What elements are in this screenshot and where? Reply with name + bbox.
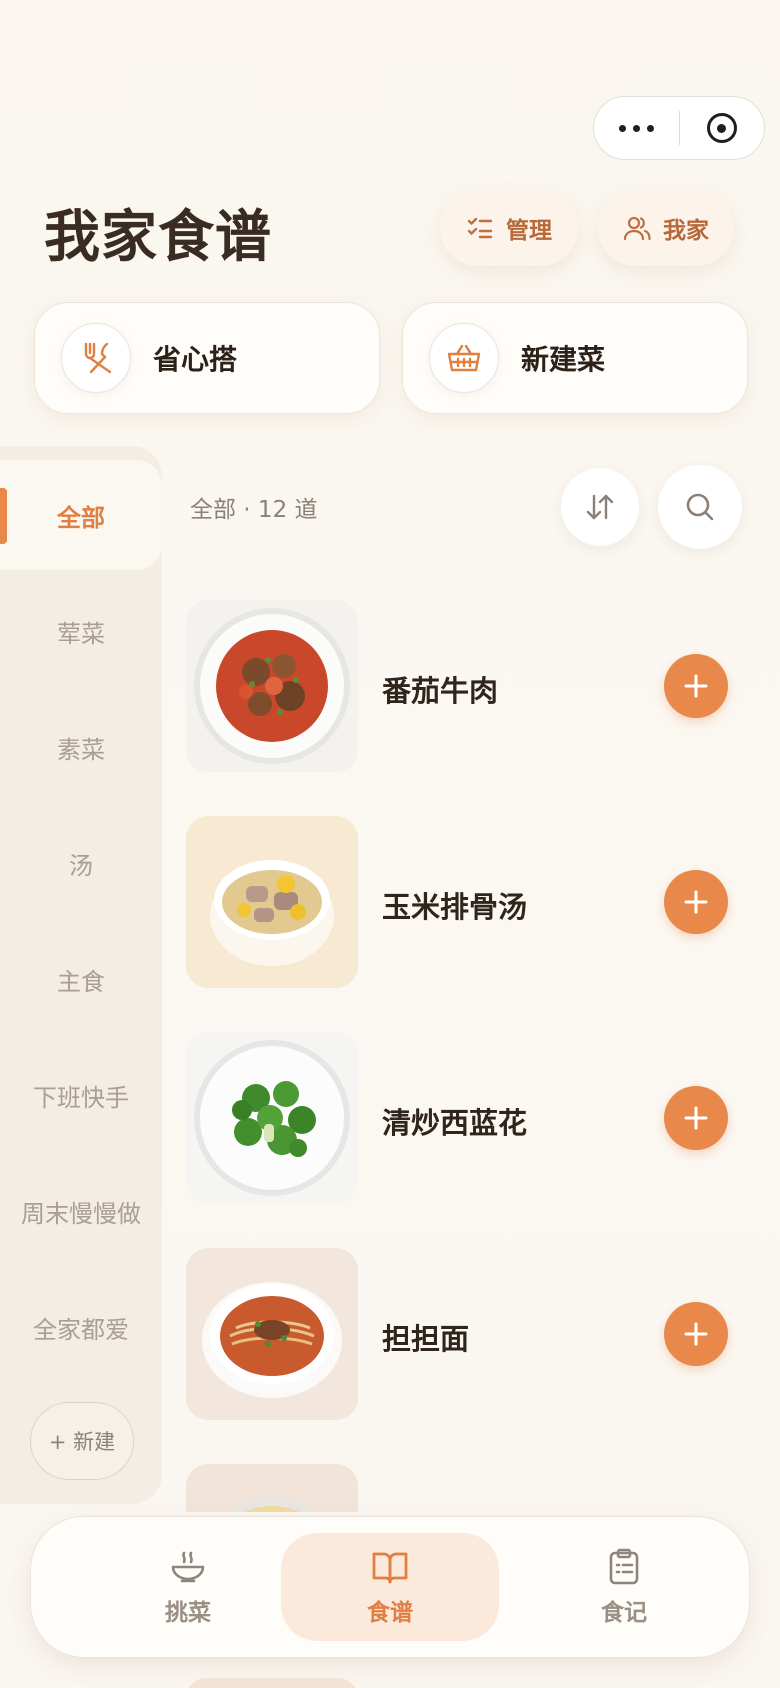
corn-rib-soup-photo (186, 816, 358, 988)
dish-name: 番茄牛肉 (382, 674, 499, 708)
list-item[interactable]: 清炒西蓝花 (186, 1032, 746, 1204)
quick-match-label: 省心搭 (153, 343, 238, 376)
sidebar-item-family[interactable]: 全家都爱 (0, 1272, 162, 1382)
checklist-icon (467, 217, 493, 239)
sidebar-item-weekend[interactable]: 周末慢慢做 (0, 1156, 162, 1266)
manage-button[interactable]: 管理 (440, 190, 578, 266)
new-category-button[interactable]: + 新建 (30, 1402, 134, 1480)
sidebar-item-meat[interactable]: 荤菜 (0, 576, 162, 686)
new-dish-card[interactable]: 新建菜 (402, 302, 748, 414)
sidebar-item-label: 下班快手 (33, 1083, 129, 1112)
sidebar-item-staple[interactable]: 主食 (0, 924, 162, 1034)
scrolled-item-peek (186, 1678, 358, 1688)
manage-label: 管理 (506, 218, 552, 244)
quick-match-card[interactable]: 省心搭 (34, 302, 380, 414)
sidebar-item-veg[interactable]: 素菜 (0, 692, 162, 802)
sidebar-item-label: 汤 (69, 851, 93, 880)
users-icon (623, 216, 651, 241)
my-family-label: 我家 (663, 218, 709, 244)
dish-count: 全部 · 12 道 (190, 497, 318, 523)
add-dish-button[interactable] (664, 870, 728, 934)
sort-button[interactable] (561, 468, 639, 546)
broccoli-photo (186, 1032, 358, 1204)
tab-journal[interactable]: 食记 (515, 1533, 733, 1641)
search-icon (686, 493, 714, 521)
dish-list: 番茄牛肉 玉米排骨汤 清炒西蓝花 担担面 (186, 600, 766, 1512)
utensils-icon (61, 323, 131, 393)
close-miniprogram-icon[interactable] (680, 97, 764, 159)
sidebar-item-label: 素菜 (57, 735, 105, 764)
dandan-noodles-photo (186, 1248, 358, 1420)
recipe-page: 我家食谱 管理 我家 省心搭 新建菜 全部 荤菜 素菜 汤 主食 下班快手 周末… (0, 0, 780, 1688)
search-button[interactable] (658, 465, 742, 549)
dish-name: 担担面 (382, 1322, 470, 1356)
sidebar-item-label: 全家都爱 (33, 1315, 129, 1344)
add-dish-button[interactable] (664, 1086, 728, 1150)
sidebar-item-label: 荤菜 (57, 619, 105, 648)
plus-icon (684, 1322, 708, 1346)
fried-rice-photo (186, 1464, 358, 1512)
add-dish-button[interactable] (664, 1302, 728, 1366)
plus-icon (684, 674, 708, 698)
my-family-button[interactable]: 我家 (598, 190, 734, 266)
sidebar-item-label: 主食 (57, 967, 105, 996)
tab-label: 食谱 (367, 1600, 413, 1626)
bowl-icon (171, 1551, 205, 1583)
clipboard-icon (609, 1548, 639, 1585)
tab-label: 挑菜 (165, 1600, 211, 1626)
basket-icon (429, 323, 499, 393)
sidebar-item-label: 周末慢慢做 (21, 1199, 141, 1228)
sort-icon (586, 494, 614, 520)
list-item[interactable]: 担担面 (186, 1248, 746, 1420)
tab-recipes[interactable]: 食谱 (281, 1533, 499, 1641)
dish-name: 玉米排骨汤 (382, 890, 528, 924)
tab-label: 食记 (601, 1600, 647, 1626)
tab-pick[interactable]: 挑菜 (79, 1533, 297, 1641)
plus-icon (684, 1106, 708, 1130)
tomato-beef-photo (186, 600, 358, 772)
bottom-tabbar: 挑菜 食谱 食记 (30, 1516, 750, 1658)
list-item[interactable]: 番茄牛肉 (186, 600, 746, 772)
sidebar-item-quick[interactable]: 下班快手 (0, 1040, 162, 1150)
book-icon (372, 1552, 408, 1584)
page-title: 我家食谱 (44, 205, 272, 270)
sidebar-item-soup[interactable]: 汤 (0, 808, 162, 918)
dish-name: 清炒西蓝花 (382, 1106, 528, 1140)
sidebar-item-all[interactable]: 全部 (0, 460, 162, 570)
mini-program-capsule (593, 96, 765, 160)
plus-icon (684, 890, 708, 914)
new-dish-label: 新建菜 (521, 343, 606, 376)
sidebar-item-label: 全部 (57, 503, 105, 532)
list-item[interactable] (186, 1464, 746, 1512)
add-dish-button[interactable] (664, 654, 728, 718)
list-item[interactable]: 玉米排骨汤 (186, 816, 746, 988)
more-menu-icon[interactable] (594, 97, 679, 159)
